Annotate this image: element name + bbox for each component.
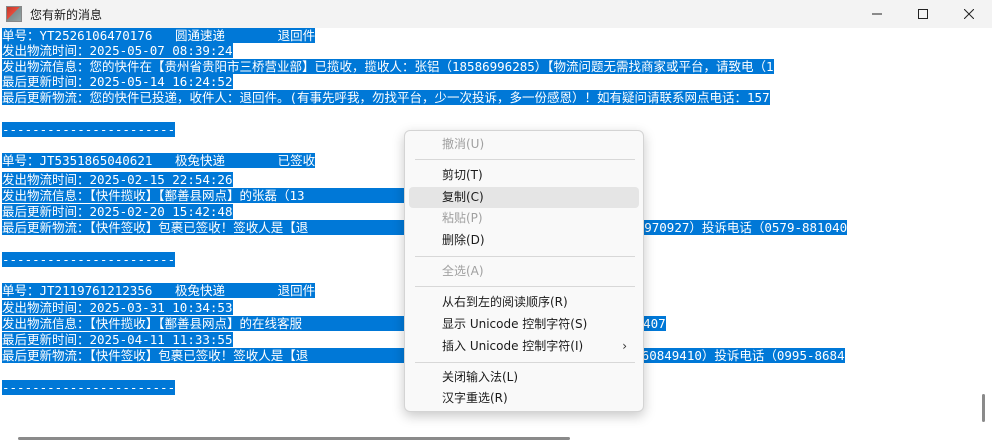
text-line: 最后更新时间：2025-05-14 16:24:52 [2, 74, 233, 89]
close-icon [964, 9, 974, 19]
context-menu: 撤消(U) 剪切(T) 复制(C) 粘贴(P) 删除(D) 全选(A) 从右到左… [404, 130, 644, 412]
menu-item-insert-unicode-label: 插入 Unicode 控制字符(I) [442, 339, 584, 353]
menu-separator [415, 362, 635, 363]
window-controls [854, 0, 992, 28]
menu-item-rtl-reading[interactable]: 从右到左的阅读顺序(R) [409, 292, 639, 313]
text-line: 发出物流时间：2025-05-07 08:39:24 [2, 43, 233, 58]
menu-item-paste[interactable]: 粘贴(P) [409, 208, 639, 229]
minimize-button[interactable] [854, 0, 900, 28]
text-line: 单号：JT2119761212356 极兔快递 退回件 [2, 283, 316, 298]
separator-line: ----------------------- [2, 122, 176, 137]
menu-item-cut[interactable]: 剪切(T) [409, 165, 639, 186]
maximize-button[interactable] [900, 0, 946, 28]
title-bar[interactable]: 您有新的消息 [0, 0, 992, 28]
text-line: 发出物流时间：2025-03-31 10:34:53 [2, 300, 233, 315]
text-line: 发出物流信息：您的快件在【贵州省贵阳市三桥营业部】已揽收，揽收人：张铝（1858… [2, 59, 774, 74]
menu-separator [415, 159, 635, 160]
text-line: 最后更新时间：2025-04-11 11:33:55 [2, 332, 233, 347]
separator-line: ----------------------- [2, 380, 176, 395]
menu-item-select-all[interactable]: 全选(A) [409, 261, 639, 282]
app-icon [6, 6, 22, 22]
horizontal-scrollbar[interactable] [0, 431, 975, 448]
menu-item-show-unicode[interactable]: 显示 Unicode 控制字符(S) [409, 314, 639, 335]
menu-item-undo[interactable]: 撤消(U) [409, 134, 639, 155]
menu-item-close-ime[interactable]: 关闭输入法(L) [409, 367, 639, 388]
text-line: 单号：YT2526106470176 圆通速递 退回件 [2, 28, 316, 43]
text-line: 最后更新物流：您的快件已投递，收件人：退回件。(有事先呼我，勿找平台，少一次投诉… [2, 90, 770, 105]
menu-separator [415, 286, 635, 287]
horizontal-scroll-thumb[interactable] [18, 437, 570, 440]
window-title: 您有新的消息 [30, 7, 103, 22]
text-line: 发出物流时间：2025-02-15 22:54:26 [2, 172, 233, 187]
text-line: 单号：JT5351865040621 极兔快递 已签收 [2, 153, 316, 168]
separator-line: ----------------------- [2, 252, 176, 267]
vertical-scrollbar[interactable] [975, 28, 992, 431]
message-window: 您有新的消息 单号：YT2526106470176 圆通速递 退回件 发出物流时… [0, 0, 992, 448]
maximize-icon [918, 9, 928, 19]
close-button[interactable] [946, 0, 992, 28]
minimize-icon [872, 13, 882, 15]
menu-separator [415, 256, 635, 257]
menu-item-insert-unicode[interactable]: 插入 Unicode 控制字符(I) › [409, 336, 639, 357]
menu-item-delete[interactable]: 删除(D) [409, 230, 639, 251]
chevron-right-icon: › [622, 339, 627, 353]
menu-item-copy[interactable]: 复制(C) [409, 187, 639, 208]
text-line: 最后更新时间：2025-02-20 15:42:48 [2, 204, 233, 219]
vertical-scroll-thumb[interactable] [982, 394, 985, 422]
menu-item-reconversion[interactable]: 汉字重选(R) [409, 388, 639, 409]
